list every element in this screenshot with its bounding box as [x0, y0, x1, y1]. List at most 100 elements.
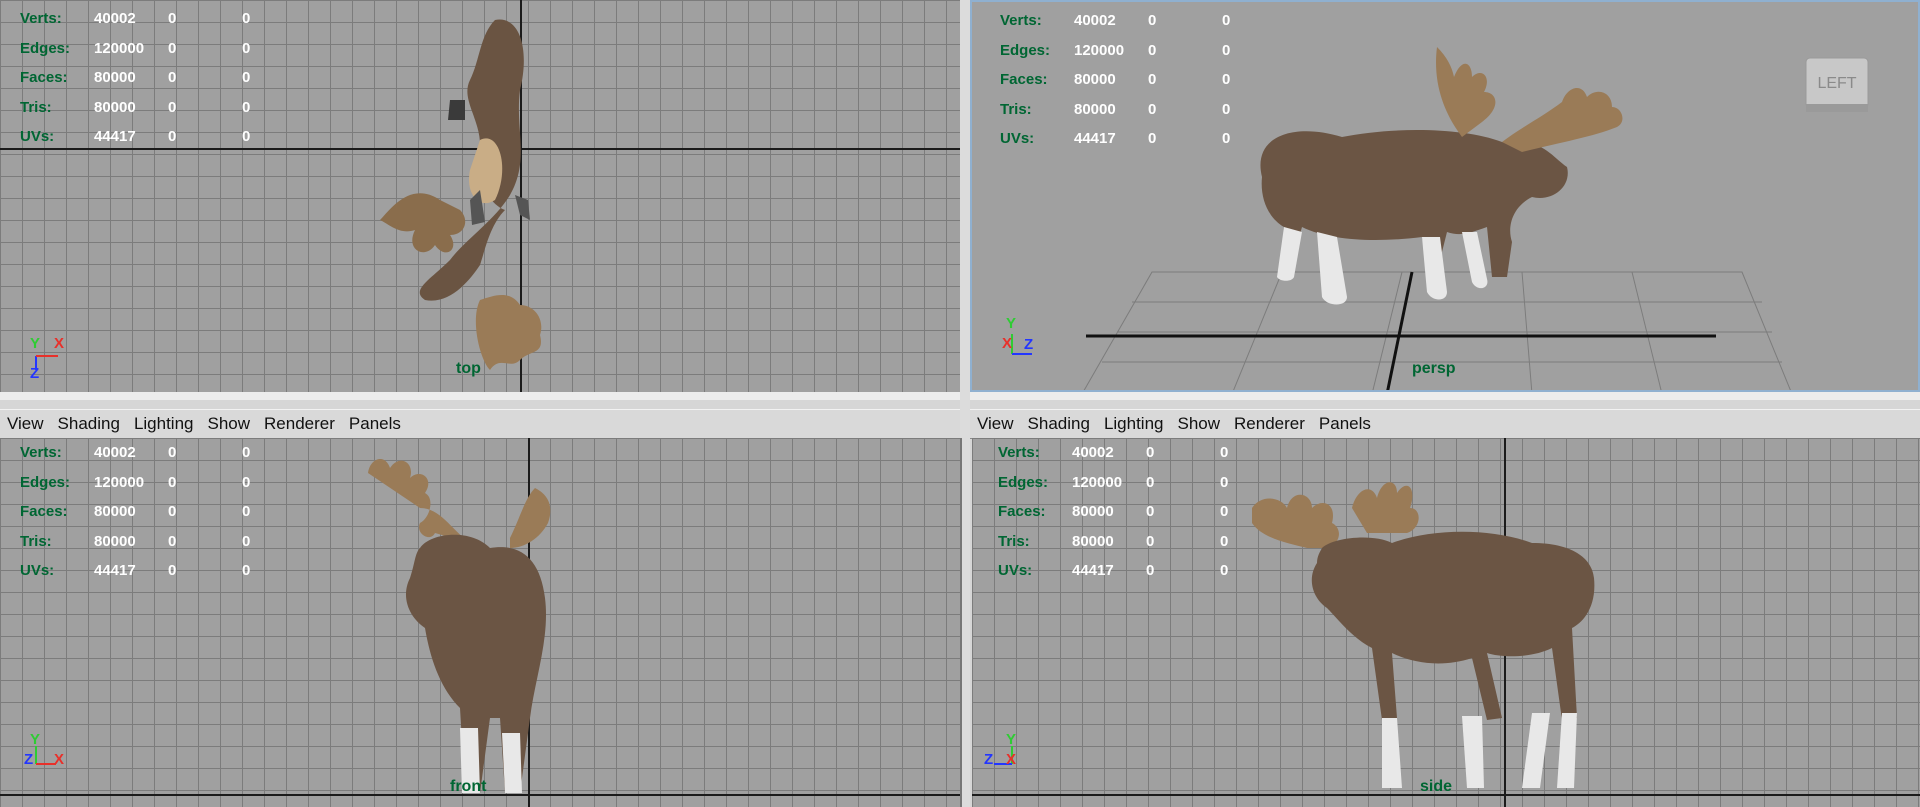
hud-label: Faces:	[1000, 71, 1048, 89]
view-cube-label: LEFT	[1817, 75, 1856, 92]
menu-panels[interactable]: Panels	[342, 414, 408, 434]
hud-value: 0	[168, 562, 177, 580]
hud-poly-count: Verts: 40002 0 0 Edges: 120000 0 0 Faces: 80000…	[20, 4, 316, 152]
hud-value: 0	[242, 98, 251, 116]
menu-renderer[interactable]: Renderer	[257, 414, 342, 434]
hud-value: 44417	[1074, 130, 1116, 148]
camera-label-top: top	[456, 360, 481, 377]
hud-value: 0	[1148, 71, 1157, 89]
hud-value: 0	[1146, 473, 1155, 491]
hud-label: UVs:	[1000, 130, 1035, 148]
hud-value: 0	[242, 69, 251, 87]
hud-label: Verts:	[20, 10, 62, 28]
hud-value: 0	[242, 444, 251, 462]
hud-label: Tris:	[1000, 100, 1032, 118]
viewport-side[interactable]: Verts: 40002 0 0 Edges: 120000 0 0 Faces: 80000…	[972, 438, 1920, 807]
hud-value: 80000	[1074, 71, 1116, 89]
hud-value: 0	[1146, 562, 1155, 580]
hud-value: 0	[168, 503, 177, 521]
hud-label: Faces:	[20, 69, 68, 87]
menu-show[interactable]: Show	[201, 414, 258, 434]
hud-value: 0	[1146, 503, 1155, 521]
hud-label: UVs:	[20, 128, 55, 146]
axis-gizmo-icon: Y Z X	[22, 728, 82, 788]
axis-gizmo-icon: Y X Z	[1002, 314, 1062, 374]
view-cube-icon[interactable]: LEFT	[1804, 52, 1872, 116]
hud-value: 0	[168, 444, 177, 462]
hud-value: 0	[1148, 12, 1157, 30]
hud-poly-count: Verts: 40002 0 0 Edges: 120000 0 0 Faces: 80000…	[20, 438, 316, 586]
camera-label-side: side	[1420, 778, 1453, 795]
menu-show[interactable]: Show	[1171, 414, 1228, 434]
camera-label-front: front	[450, 778, 487, 795]
axis-gizmo-icon: Y X Z	[22, 328, 82, 388]
axis-y-label: Y	[1006, 731, 1016, 748]
hud-value: 40002	[1074, 12, 1116, 30]
axis-z-label: Z	[1024, 336, 1033, 353]
hud-value: 0	[168, 532, 177, 550]
hud-value: 0	[242, 503, 251, 521]
hud-label: Verts:	[20, 444, 62, 462]
hud-value: 0	[168, 98, 177, 116]
menu-shading[interactable]: Shading	[1021, 414, 1097, 434]
moose-model-top[interactable]	[370, 10, 590, 380]
hud-value: 0	[242, 10, 251, 28]
hud-value: 0	[242, 562, 251, 580]
viewport-persp[interactable]: Verts: 40002 0 0 Edges: 120000 0 0 Faces: 80000…	[970, 0, 1920, 392]
camera-label-persp: persp	[1412, 360, 1456, 377]
moose-model-side[interactable]	[1232, 448, 1632, 803]
moose-model-front[interactable]	[360, 448, 600, 803]
hud-value: 0	[242, 39, 251, 57]
hud-label: Tris:	[20, 532, 52, 550]
hud-value: 0	[1148, 41, 1157, 59]
hud-value: 0	[1146, 532, 1155, 550]
hud-value: 40002	[94, 444, 136, 462]
menu-shading[interactable]: Shading	[51, 414, 127, 434]
hud-value: 44417	[1072, 562, 1114, 580]
menubar-side: View Shading Lighting Show Renderer Pane…	[970, 409, 1920, 439]
hud-label: Faces:	[20, 503, 68, 521]
axis-x-label: X	[54, 751, 64, 768]
hud-value: 80000	[94, 532, 136, 550]
hud-label: Edges:	[20, 473, 71, 491]
hud-value: 80000	[1074, 100, 1116, 118]
axis-x-label: X	[54, 335, 64, 352]
axis-z-label: Z	[30, 365, 39, 382]
hud-value: 0	[168, 128, 177, 146]
hud-value: 80000	[94, 503, 136, 521]
menu-lighting[interactable]: Lighting	[127, 414, 201, 434]
hud-value: 0	[1146, 444, 1155, 462]
menu-panels[interactable]: Panels	[1312, 414, 1378, 434]
hud-value: 40002	[1072, 444, 1114, 462]
hud-value: 44417	[94, 128, 136, 146]
axis-x-label: X	[1002, 335, 1012, 352]
hud-value: 80000	[94, 98, 136, 116]
hud-label: Edges:	[20, 39, 71, 57]
menubar-front: View Shading Lighting Show Renderer Pane…	[0, 409, 960, 439]
viewport-top[interactable]: Verts: 40002 0 0 Edges: 120000 0 0 Faces: 80000…	[0, 0, 962, 392]
hud-value: 0	[168, 39, 177, 57]
moose-model-persp[interactable]	[1222, 27, 1672, 357]
menu-renderer[interactable]: Renderer	[1227, 414, 1312, 434]
hud-label: UVs:	[998, 562, 1033, 580]
hud-label: Verts:	[1000, 12, 1042, 30]
hud-label: Edges:	[998, 473, 1049, 491]
axis-gizmo-icon: Y Z X	[982, 728, 1042, 788]
hud-value: 120000	[94, 473, 145, 491]
axis-y-label: Y	[30, 335, 40, 352]
axis-z-label: Z	[24, 751, 33, 768]
menu-view[interactable]: View	[0, 414, 51, 434]
viewport-front[interactable]: Verts: 40002 0 0 Edges: 120000 0 0 Faces: 80000…	[0, 438, 962, 807]
hud-label: Edges:	[1000, 41, 1051, 59]
hud-label: Tris:	[20, 98, 52, 116]
menu-view[interactable]: View	[970, 414, 1021, 434]
hud-label: Verts:	[998, 444, 1040, 462]
hud-value: 40002	[94, 10, 136, 28]
hud-value: 0	[168, 10, 177, 28]
hud-value: 120000	[94, 39, 145, 57]
menu-lighting[interactable]: Lighting	[1097, 414, 1171, 434]
hud-value: 0	[1148, 100, 1157, 118]
hud-label: UVs:	[20, 562, 55, 580]
hud-label: Faces:	[998, 503, 1046, 521]
hud-value: 80000	[94, 69, 136, 87]
